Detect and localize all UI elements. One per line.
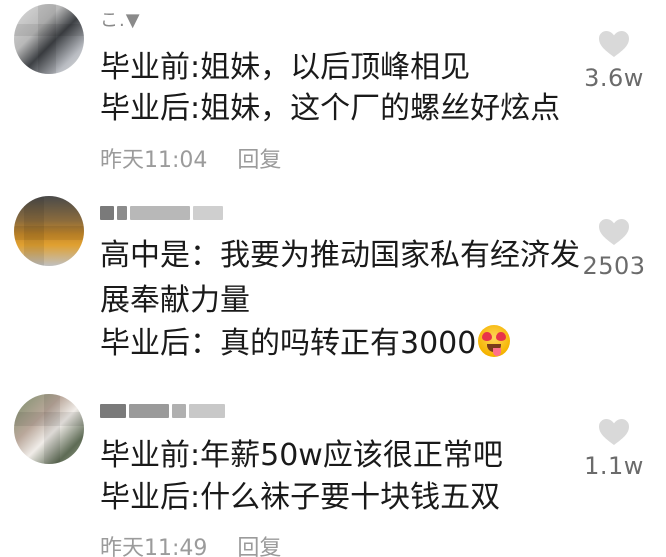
like-button[interactable]: 1.1w <box>574 418 654 480</box>
comment-text-line: 高中是：我要为推动国家私有经济发 <box>100 238 580 273</box>
username-text: こ.▼ <box>100 10 141 31</box>
comment-text-line: 毕业后：真的吗转正有3000 <box>100 325 511 362</box>
username-blur <box>130 206 190 220</box>
like-count: 2503 <box>582 252 646 280</box>
comment-list: こ.▼ 毕业前:姐妹，以后顶峰相见 毕业后:姐妹，这个厂的螺丝好炫点 昨天11:… <box>0 0 666 557</box>
comment-text: 毕业后：真的吗转正有3000 <box>100 326 477 361</box>
heart-icon <box>599 31 629 57</box>
comment-item: 高中是：我要为推动国家私有经济发 展奉献力量 毕业后：真的吗转正有3000 25… <box>0 182 666 382</box>
like-button[interactable]: 3.6w <box>574 30 654 92</box>
username[interactable] <box>100 202 223 224</box>
comment-item: こ.▼ 毕业前:姐妹，以后顶峰相见 毕业后:姐妹，这个厂的螺丝好炫点 昨天11:… <box>0 0 666 182</box>
username-blur <box>129 404 169 418</box>
heart-icon <box>599 419 629 445</box>
username-blur <box>172 404 186 418</box>
comment-meta: 昨天11:04 回复 <box>100 142 281 174</box>
comment-text-line: 展奉献力量 <box>100 283 250 318</box>
comment-text-line: 毕业前:年薪50w应该很正常吧 <box>100 438 503 473</box>
like-count: 1.1w <box>584 452 644 480</box>
username[interactable]: こ.▼ <box>100 8 141 31</box>
timestamp: 昨天11:49 <box>100 536 208 557</box>
username[interactable] <box>100 400 225 422</box>
timestamp: 昨天11:04 <box>100 148 208 173</box>
comment-text-line: 毕业后:姐妹，这个厂的螺丝好炫点 <box>100 91 561 126</box>
comment-meta: 昨天11:49 回复 <box>100 530 281 557</box>
username-blur <box>117 206 127 220</box>
heart-icon <box>599 219 629 245</box>
heart-eyes-tongue-emoji <box>478 325 511 357</box>
avatar[interactable] <box>14 196 84 266</box>
username-blur <box>100 404 126 418</box>
reply-button[interactable]: 回复 <box>237 536 281 557</box>
avatar[interactable] <box>14 394 84 464</box>
comment-item: 毕业前:年薪50w应该很正常吧 毕业后:什么袜子要十块钱五双 昨天11:49 回复… <box>0 382 666 557</box>
comment-text-line: 毕业后:什么袜子要十块钱五双 <box>100 480 501 515</box>
username-blur <box>100 206 114 220</box>
comment-text-line: 毕业前:姐妹，以后顶峰相见 <box>100 50 471 85</box>
username-blur <box>193 206 223 220</box>
avatar[interactable] <box>14 4 84 74</box>
like-button[interactable]: 2503 <box>574 218 654 280</box>
username-blur <box>189 404 225 418</box>
reply-button[interactable]: 回复 <box>237 148 281 173</box>
like-count: 3.6w <box>584 64 644 92</box>
